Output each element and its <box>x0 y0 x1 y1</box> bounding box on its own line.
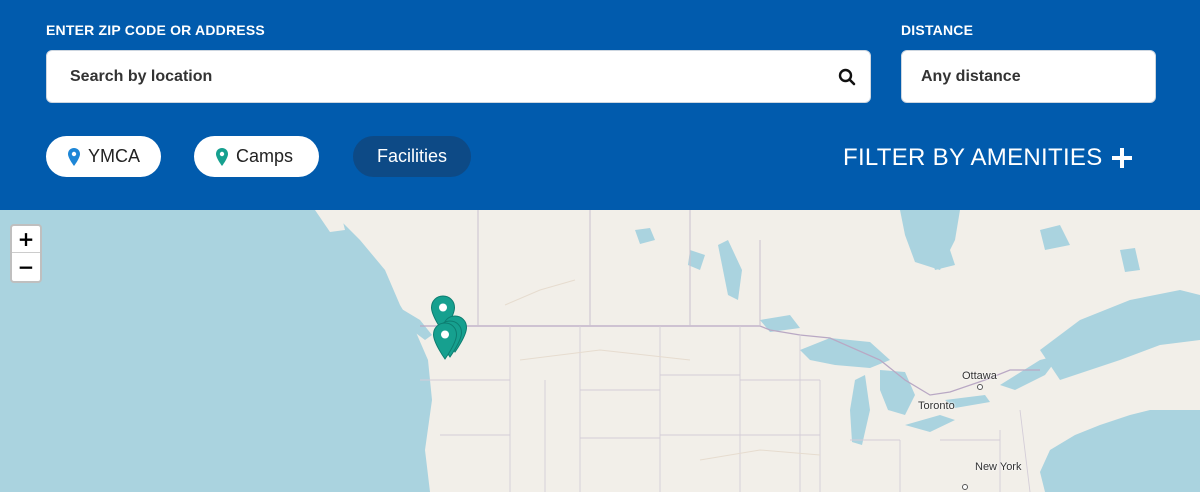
city-label-new-york: New York <box>975 461 1022 473</box>
location-search-input[interactable] <box>47 51 827 102</box>
chip-label: Camps <box>236 146 294 166</box>
map-pin-icon <box>215 147 229 166</box>
map-pin-icon <box>67 147 81 166</box>
amenities-label: FILTER BY AMENITIES <box>843 144 1103 171</box>
location-search-box <box>46 50 871 103</box>
search-icon[interactable] <box>834 64 860 90</box>
search-panel: ENTER ZIP CODE OR ADDRESS DISTANCE Any d… <box>0 0 1200 210</box>
plus-icon <box>1111 147 1133 169</box>
zoom-in-button[interactable]: + <box>12 226 40 253</box>
filter-chip-facilities[interactable]: Facilities <box>353 136 471 177</box>
map-tiles <box>315 210 1200 492</box>
location-label: ENTER ZIP CODE OR ADDRESS <box>46 22 265 38</box>
city-label-ottawa: Ottawa <box>962 370 997 382</box>
zoom-out-button[interactable]: − <box>12 253 40 280</box>
map[interactable]: Ottawa Toronto New York <box>0 210 1200 492</box>
filter-chip-ymca[interactable]: YMCA <box>46 136 161 177</box>
distance-label: DISTANCE <box>901 22 974 38</box>
city-dot <box>962 484 968 490</box>
map-marker-icon[interactable] <box>432 322 458 360</box>
filter-chip-camps[interactable]: Camps <box>194 136 319 177</box>
city-dot <box>977 384 983 390</box>
distance-select[interactable]: Any distance <box>901 50 1156 103</box>
chip-label: Facilities <box>376 146 447 166</box>
filter-by-amenities-toggle[interactable]: FILTER BY AMENITIES <box>843 143 1133 173</box>
map-zoom-control: + − <box>10 224 42 283</box>
distance-value: Any distance <box>921 67 1021 85</box>
chip-label: YMCA <box>88 146 141 166</box>
city-label-toronto: Toronto <box>918 400 955 412</box>
